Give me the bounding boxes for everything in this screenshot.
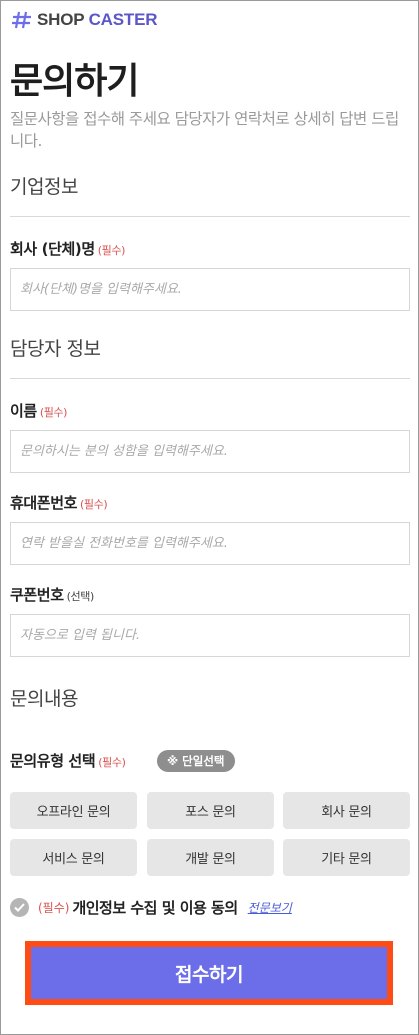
inquiry-type-pos[interactable]: 포스 문의	[147, 792, 274, 829]
agreement-checkbox[interactable]	[10, 897, 29, 917]
inquiry-type-other[interactable]: 기타 문의	[283, 839, 410, 876]
section-heading-contact: 담당자 정보	[10, 338, 101, 360]
agreement-text[interactable]: 개인정보 수집 및 이용 동의	[72, 897, 238, 918]
company-name-input[interactable]	[10, 268, 410, 311]
inquiry-type-service[interactable]: 서비스 문의	[10, 839, 137, 876]
logo-text: SHOP CASTER	[37, 10, 158, 29]
page-subtitle: 질문사항을 접수해 주세요 담당자가 연락처로 상세히 답변 드립니다.	[10, 110, 399, 150]
section-heading-inquiry: 문의내용	[10, 688, 78, 710]
name-input[interactable]	[10, 430, 410, 473]
inquiry-type-company[interactable]: 회사 문의	[283, 792, 410, 829]
divider	[10, 216, 410, 217]
page-frame	[0, 0, 419, 1035]
required-tag: (필수)	[80, 498, 108, 511]
coupon-label: 쿠폰번호 (선택)	[10, 586, 95, 604]
phone-label: 휴대폰번호 (필수)	[10, 494, 108, 512]
inquiry-type-development[interactable]: 개발 문의	[147, 839, 274, 876]
company-name-label: 회사 (단체)명 (필수)	[10, 240, 126, 258]
page-title: 문의하기	[10, 61, 139, 102]
required-tag: (필수)	[97, 244, 126, 257]
name-label: 이름 (필수)	[10, 402, 68, 420]
privacy-agreement: (필수) 개인정보 수집 및 이용 동의 전문보기	[10, 896, 292, 918]
check-icon	[14, 902, 25, 912]
coupon-input[interactable]	[10, 614, 410, 657]
hash-logo-icon	[12, 11, 31, 29]
single-select-badge: ※ 단일선택	[157, 750, 235, 772]
view-full-terms-link[interactable]: 전문보기	[248, 899, 292, 916]
shop-caster-logo[interactable]: SHOP CASTER	[12, 8, 158, 32]
inquiry-type-offline[interactable]: 오프라인 문의	[10, 792, 137, 829]
required-tag: (필수)	[98, 756, 126, 769]
divider	[10, 378, 410, 379]
phone-input[interactable]	[10, 522, 410, 565]
required-tag: (필수)	[38, 900, 70, 915]
required-tag: (필수)	[39, 406, 68, 419]
optional-tag: (선택)	[66, 590, 95, 603]
inquiry-type-label: 문의유형 선택 (필수)	[10, 752, 126, 770]
submit-highlight: 접수하기	[25, 941, 393, 1005]
submit-button[interactable]: 접수하기	[31, 947, 387, 999]
section-heading-company: 기업정보	[10, 176, 78, 198]
